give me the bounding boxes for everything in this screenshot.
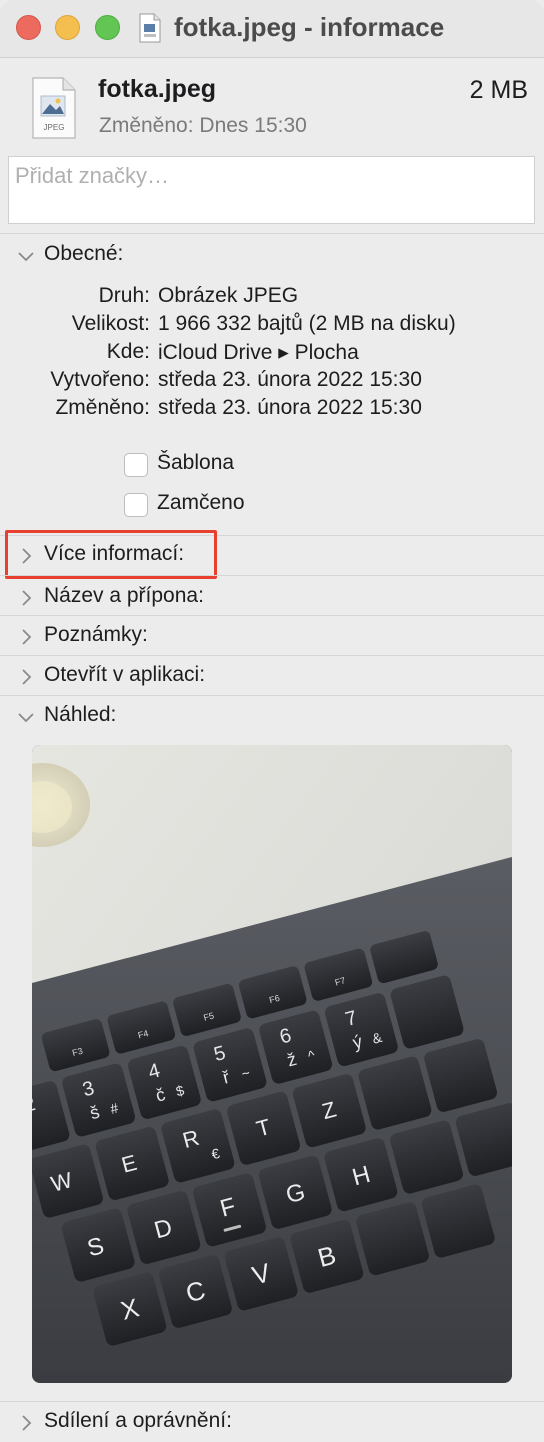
divider — [0, 615, 544, 616]
divider — [0, 575, 544, 576]
jpeg-file-icon — [139, 13, 161, 43]
divider — [0, 535, 544, 536]
locked-label: Zamčeno — [157, 491, 245, 514]
info-key: Kde: — [106, 340, 150, 363]
close-button[interactable] — [16, 15, 41, 40]
modified-value: Dnes 15:30 — [199, 114, 307, 137]
file-name: fotka.jpeg — [98, 75, 217, 103]
chevron-right-icon — [22, 629, 32, 645]
modified-summary: Změněno: Dnes 15:30 — [99, 114, 307, 138]
info-value: Obrázek JPEG — [158, 284, 299, 307]
section-label: Sdílení a oprávnění: — [44, 1409, 232, 1432]
info-value: 1 966 332 bajtů (2 MB na disku) — [158, 312, 456, 335]
title-bar: fotka.jpeg - informace — [0, 0, 544, 58]
chevron-right-icon — [22, 590, 32, 606]
divider — [0, 233, 544, 234]
section-open-with[interactable]: Otevřít v aplikaci: — [0, 659, 544, 695]
section-label: Více informací: — [44, 542, 185, 565]
chevron-down-icon — [18, 713, 34, 723]
info-key: Druh: — [98, 284, 150, 307]
tags-input[interactable] — [8, 156, 535, 224]
section-general[interactable]: Obecné: — [0, 238, 544, 274]
minimize-button[interactable] — [55, 15, 80, 40]
info-row-kind: Druh: Obrázek JPEG — [0, 284, 544, 312]
section-preview[interactable]: Náhled: — [0, 699, 544, 735]
info-row-where: Kde: iCloud Drive ▸ Plocha — [0, 340, 544, 368]
window-title: fotka.jpeg - informace — [174, 12, 445, 42]
info-value: iCloud Drive ▸ Plocha — [158, 341, 359, 364]
section-more-info[interactable]: Více informací: — [0, 538, 544, 574]
divider — [0, 655, 544, 656]
info-row-modified: Změněno: středa 23. února 2022 15:30 — [0, 396, 544, 424]
file-type-badge: JPEG — [44, 123, 65, 132]
stationery-label: Šablona — [157, 451, 235, 474]
divider — [0, 1401, 544, 1402]
info-key: Vytvořeno: — [50, 368, 150, 391]
section-sharing[interactable]: Sdílení a oprávnění: — [0, 1405, 544, 1441]
stationery-checkbox[interactable] — [124, 453, 148, 477]
info-key: Velikost: — [71, 312, 150, 335]
section-label: Otevřít v aplikaci: — [44, 663, 206, 686]
preview-image: F3 F4 F5 F6 F7 2 3 š # 4 č $ 5 ř ~ 6 ž ^… — [32, 745, 512, 1383]
zoom-button[interactable] — [95, 15, 120, 40]
info-row-size: Velikost: 1 966 332 bajtů (2 MB na disku… — [0, 312, 544, 340]
keyboard-photo: F3 F4 F5 F6 F7 2 3 š # 4 č $ 5 ř ~ 6 ž ^… — [32, 745, 512, 1383]
section-comments[interactable]: Poznámky: — [0, 619, 544, 655]
chevron-right-icon — [22, 548, 32, 564]
modified-label: Změněno: — [99, 114, 194, 137]
section-name-extension[interactable]: Název a přípona: — [0, 580, 544, 616]
section-label: Název a přípona: — [44, 584, 204, 607]
chevron-right-icon — [22, 669, 32, 685]
section-label: Náhled: — [44, 703, 117, 726]
locked-checkbox[interactable] — [124, 493, 148, 517]
file-size: 2 MB — [469, 76, 528, 104]
info-row-created: Vytvořeno: středa 23. února 2022 15:30 — [0, 368, 544, 396]
info-value: středa 23. února 2022 15:30 — [158, 368, 422, 391]
info-key: Změněno: — [55, 396, 150, 419]
info-window: fotka.jpeg - informace JPEG fotka.jpeg 2… — [0, 0, 544, 1442]
section-label: Poznámky: — [44, 623, 148, 646]
section-label: Obecné: — [44, 242, 124, 265]
divider — [0, 695, 544, 696]
info-value: středa 23. února 2022 15:30 — [158, 396, 422, 419]
chevron-right-icon — [22, 1415, 32, 1431]
jpeg-file-icon: JPEG — [32, 77, 76, 139]
chevron-down-icon — [18, 252, 34, 262]
